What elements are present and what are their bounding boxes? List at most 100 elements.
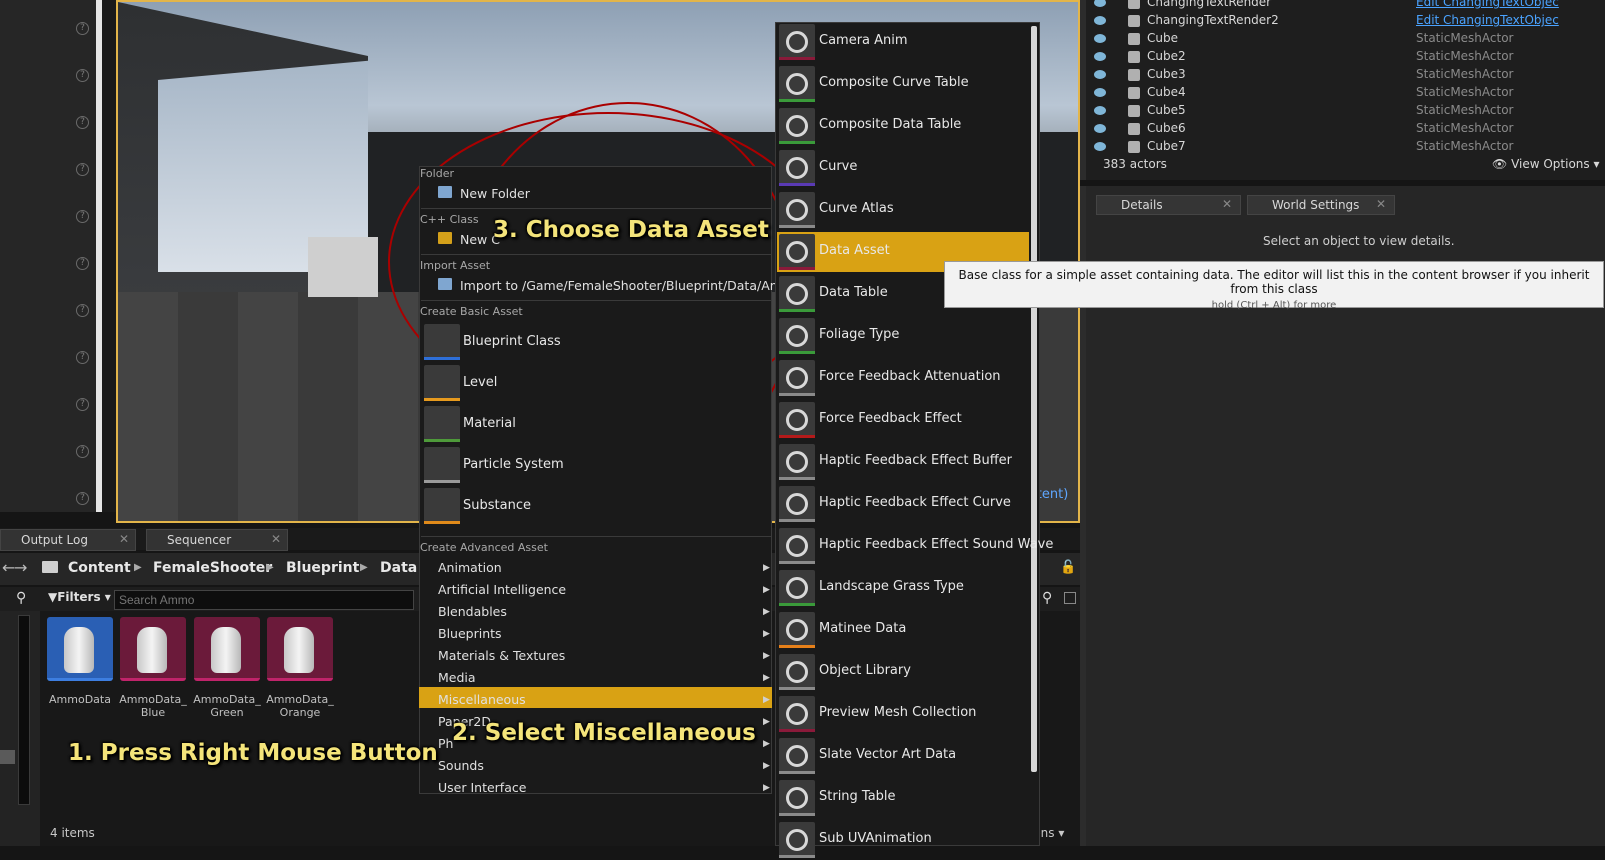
close-icon[interactable]: ✕ xyxy=(119,532,129,546)
submenu-item[interactable]: Landscape Grass Type xyxy=(777,568,1029,608)
search-icon[interactable]: ⚲ xyxy=(16,590,26,606)
help-icon[interactable]: ? xyxy=(76,116,89,129)
search-input[interactable] xyxy=(114,590,414,610)
save-icon[interactable] xyxy=(1064,592,1076,604)
asset-type-icon xyxy=(424,365,460,401)
outliner-row[interactable]: Cube7 StaticMeshActor xyxy=(1080,139,1605,157)
tab-output-log-label: Output Log xyxy=(21,533,88,547)
advanced-asset-item[interactable]: Artificial Intelligence xyxy=(438,582,566,597)
asset-type-icon xyxy=(779,570,815,606)
advanced-asset-item[interactable]: Media xyxy=(438,670,476,685)
submenu-item[interactable]: Composite Data Table xyxy=(777,106,1029,146)
asset-type-icon xyxy=(779,360,815,396)
help-icon[interactable]: ? xyxy=(76,163,89,176)
eye-icon[interactable] xyxy=(1094,124,1106,133)
breadcrumb-data[interactable]: Data xyxy=(380,560,417,576)
asset-type-icon xyxy=(779,486,815,522)
basic-asset-item[interactable]: Material xyxy=(463,416,516,431)
tab-details[interactable]: Details ✕ xyxy=(1096,195,1241,215)
submenu-item[interactable]: String Table xyxy=(777,778,1029,818)
filters-button[interactable]: ▼Filters ▾ xyxy=(48,590,111,604)
tab-details-label: Details xyxy=(1121,198,1163,212)
submenu-item[interactable]: Composite Curve Table xyxy=(777,64,1029,104)
submenu-item[interactable]: Haptic Feedback Effect Curve xyxy=(777,484,1029,524)
eye-icon[interactable] xyxy=(1094,106,1106,115)
submenu-item[interactable]: Force Feedback Effect xyxy=(777,400,1029,440)
outliner-row[interactable]: ChangingTextRender2 Edit ChangingTextObje… xyxy=(1080,13,1605,31)
tab-sequencer[interactable]: Sequencer ✕ xyxy=(146,529,288,551)
asset-thumbnail[interactable] xyxy=(267,617,333,681)
divider xyxy=(421,300,771,301)
submenu-item[interactable]: Slate Vector Art Data xyxy=(777,736,1029,776)
advanced-asset-item[interactable]: Materials & Textures xyxy=(438,648,565,663)
submenu-item[interactable]: Haptic Feedback Effect Sound Wave xyxy=(777,526,1053,566)
eye-icon[interactable] xyxy=(1094,16,1106,25)
submenu-item[interactable]: Sub UVAnimation xyxy=(777,820,1029,860)
close-icon[interactable]: ✕ xyxy=(1222,197,1232,211)
tab-output-log[interactable]: Output Log ✕ xyxy=(0,529,136,551)
help-icon[interactable]: ? xyxy=(76,69,89,82)
tab-world-settings[interactable]: World Settings ✕ xyxy=(1247,195,1395,215)
basic-asset-item[interactable]: Substance xyxy=(463,498,531,513)
advanced-asset-item[interactable]: Miscellaneous xyxy=(438,692,526,707)
lock-icon[interactable]: 🔓 xyxy=(1060,560,1076,575)
help-icon[interactable]: ? xyxy=(76,257,89,270)
asset-type-color-bar xyxy=(424,521,460,524)
basic-asset-item[interactable]: Particle System xyxy=(463,457,564,472)
help-icon[interactable]: ? xyxy=(76,22,89,35)
breadcrumb-blueprint[interactable]: Blueprint xyxy=(286,560,359,576)
submenu-scrollbar[interactable] xyxy=(1031,26,1037,772)
outliner-row[interactable]: Cube6 StaticMeshActor xyxy=(1080,121,1605,139)
eye-icon[interactable] xyxy=(1094,0,1106,7)
outliner-row[interactable]: Cube2 StaticMeshActor xyxy=(1080,49,1605,67)
advanced-asset-item[interactable]: Animation xyxy=(438,560,502,575)
help-icon[interactable]: ? xyxy=(76,304,89,317)
submenu-item[interactable]: Haptic Feedback Effect Buffer xyxy=(777,442,1029,482)
asset-thumbnail[interactable] xyxy=(194,617,260,681)
eye-icon[interactable] xyxy=(1094,34,1106,43)
submenu-item[interactable]: Foliage Type xyxy=(777,316,1029,356)
basic-asset-item[interactable]: Blueprint Class xyxy=(463,334,561,349)
submenu-item[interactable]: Camera Anim xyxy=(777,22,1029,62)
submenu-item[interactable]: Matinee Data xyxy=(777,610,1029,650)
sources-scrollbar[interactable] xyxy=(18,615,30,805)
submenu-item[interactable]: Object Library xyxy=(777,652,1029,692)
help-icon[interactable]: ? xyxy=(76,445,89,458)
actor-type[interactable]: Edit ChangingTextObjec xyxy=(1416,0,1559,9)
advanced-asset-item[interactable]: Blueprints xyxy=(438,626,502,641)
breadcrumb-content[interactable]: Content xyxy=(68,560,131,576)
close-icon[interactable]: ✕ xyxy=(271,532,281,546)
submenu-item[interactable]: Force Feedback Attenuation xyxy=(777,358,1029,398)
eye-icon[interactable] xyxy=(1094,70,1106,79)
breadcrumb-femaleshooter[interactable]: FemaleShooter xyxy=(153,560,272,576)
basic-asset-item[interactable]: Level xyxy=(463,375,497,390)
asset-thumbnail[interactable] xyxy=(120,617,186,681)
submenu-item[interactable]: Curve Atlas xyxy=(777,190,1029,230)
outliner-row[interactable]: Cube4 StaticMeshActor xyxy=(1080,85,1605,103)
new-folder-item[interactable]: New Folder xyxy=(460,186,530,201)
submenu-item[interactable]: Preview Mesh Collection xyxy=(777,694,1029,734)
actor-type[interactable]: Edit ChangingTextObjec xyxy=(1416,13,1559,27)
help-icon[interactable]: ? xyxy=(76,492,89,505)
asset-thumbnail[interactable] xyxy=(47,617,113,681)
help-icon[interactable]: ? xyxy=(76,351,89,364)
help-icon[interactable]: ? xyxy=(76,210,89,223)
asset-ring-icon xyxy=(786,115,808,137)
close-icon[interactable]: ✕ xyxy=(1376,197,1386,211)
outliner-row[interactable]: Cube StaticMeshActor xyxy=(1080,31,1605,49)
view-options-button[interactable]: 👁 View Options ▾ xyxy=(1492,157,1600,171)
outliner-row[interactable]: Cube5 StaticMeshActor xyxy=(1080,103,1605,121)
advanced-asset-item[interactable]: User Interface xyxy=(438,780,526,795)
help-icon[interactable]: ? xyxy=(76,398,89,411)
eye-icon[interactable] xyxy=(1094,142,1106,151)
search-icon[interactable]: ⚲ xyxy=(1042,590,1052,606)
outliner-row[interactable]: ChangingTextRender Edit ChangingTextObjec xyxy=(1080,0,1605,13)
submenu-item[interactable]: Curve xyxy=(777,148,1029,188)
outliner-row[interactable]: Cube3 StaticMeshActor xyxy=(1080,67,1605,85)
eye-icon[interactable] xyxy=(1094,52,1106,61)
forward-arrow-icon[interactable]: → xyxy=(14,558,27,577)
import-item[interactable]: Import to /Game/FemaleShooter/Blueprint/… xyxy=(460,278,813,293)
eye-icon[interactable] xyxy=(1094,88,1106,97)
advanced-asset-item[interactable]: Blendables xyxy=(438,604,507,619)
advanced-asset-item[interactable]: Sounds xyxy=(438,758,484,773)
